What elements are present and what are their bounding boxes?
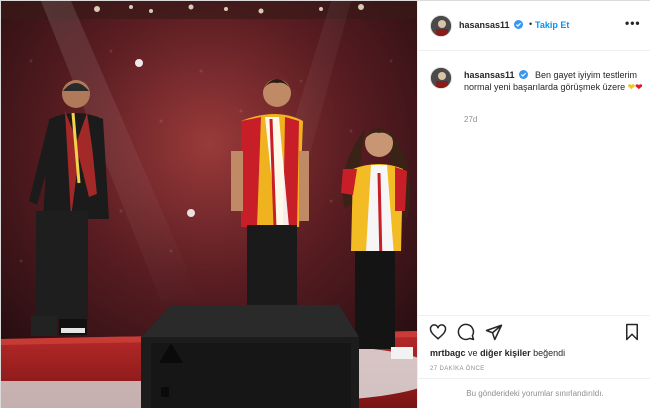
post-side-panel: hasansas11 • Takip Et ••• Ben gayet iyiy… [417,1,650,408]
stadium-stage-photo [1,1,417,408]
instagram-post-frame: hasansas11 • Takip Et ••• Ben gayet iyiy… [0,0,650,408]
bookmark-icon[interactable] [623,323,641,341]
post-timestamp: 27 DAKİKA ÖNCE [430,366,485,372]
follow-button[interactable]: Takip Et [535,20,569,30]
post-photo[interactable] [1,1,417,408]
username[interactable]: hasansas11 [459,20,510,30]
caption-username[interactable]: hasansas11 [464,70,515,80]
share-icon[interactable] [485,323,503,341]
likes-suffix: beğendi [533,348,566,358]
verified-badge-icon [514,20,523,29]
other-likers-link[interactable]: diğer kişiler [480,348,531,358]
post-actions: mrtbagc ve diğer kişiler beğendi 27 DAKİ… [418,315,650,408]
caption-block: Ben gayet iyiyim testlerim normal yeni b… [418,51,650,315]
caption-avatar[interactable] [430,67,452,89]
comment-icon[interactable] [457,323,475,341]
verified-badge-icon [519,70,528,79]
avatar-image [431,68,451,88]
avatar-image [431,16,451,36]
comments-limited-notice: Bu gönderideki yorumlar sınırlandırıldı. [418,378,650,408]
separator-dot: • [529,19,533,29]
avatar[interactable] [430,15,452,37]
likes-summary: mrtbagc ve diğer kişiler beğendi [430,348,565,358]
stage-speaker [141,305,359,408]
more-options-button[interactable]: ••• [625,16,641,30]
liker-username[interactable]: mrtbagc [430,348,466,358]
red-heart-icon: ❤ [635,82,643,92]
heart-icon[interactable] [429,323,447,341]
likes-connector: ve [468,348,478,358]
post-header: hasansas11 • Takip Et ••• [418,1,650,51]
caption-age: 27d [464,115,478,124]
yellow-heart-icon: ❤ [627,82,636,92]
